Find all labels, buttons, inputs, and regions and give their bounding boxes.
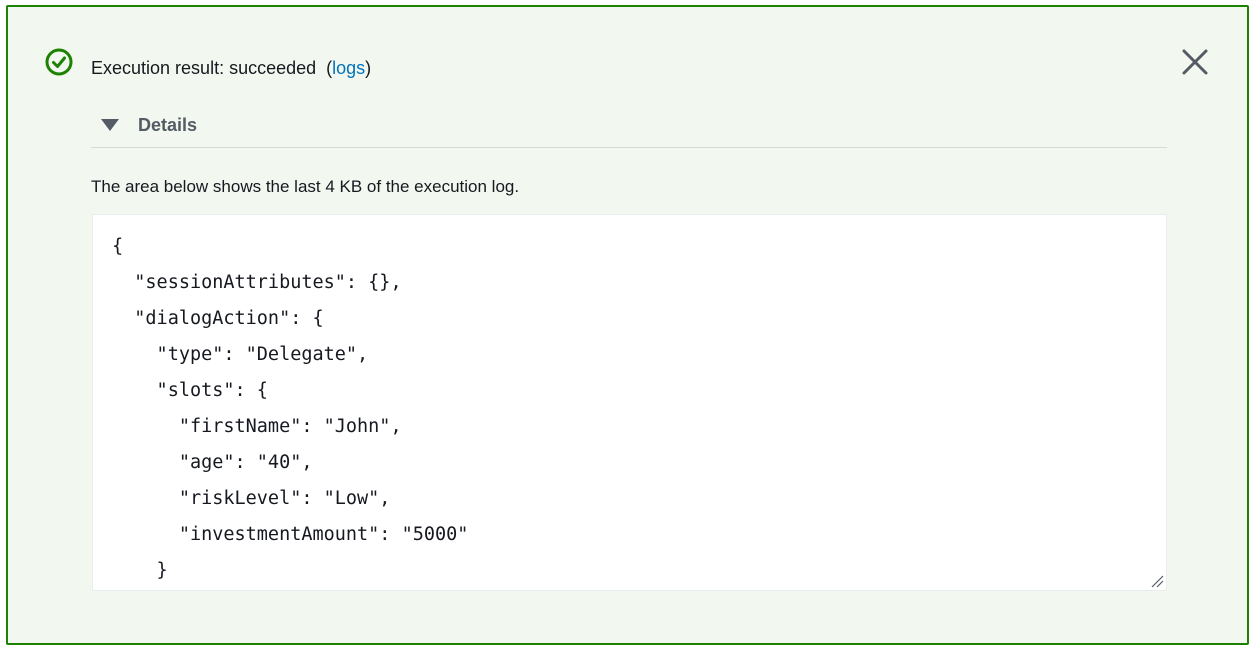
result-text-suffix: ) <box>365 58 372 78</box>
execution-result-alert: Execution result: succeeded (logs) Detai… <box>6 5 1249 645</box>
execution-log-content: { "sessionAttributes": {}, "dialogAction… <box>112 236 469 581</box>
check-circle-icon <box>45 48 73 76</box>
divider <box>91 147 1167 148</box>
details-label: Details <box>138 114 198 135</box>
close-icon[interactable] <box>1178 45 1212 79</box>
result-text: Execution result: succeeded ( <box>91 58 333 78</box>
caret-down-icon <box>101 119 119 131</box>
logs-link[interactable]: logs <box>332 58 365 78</box>
log-description: The area below shows the last 4 KB of th… <box>91 177 520 196</box>
execution-log-textarea[interactable]: { "sessionAttributes": {}, "dialogAction… <box>92 214 1167 591</box>
resize-grip-icon[interactable] <box>1150 574 1164 588</box>
execution-result-message: Execution result: succeeded (logs) <box>91 57 371 79</box>
details-toggle[interactable]: Details <box>101 113 197 137</box>
